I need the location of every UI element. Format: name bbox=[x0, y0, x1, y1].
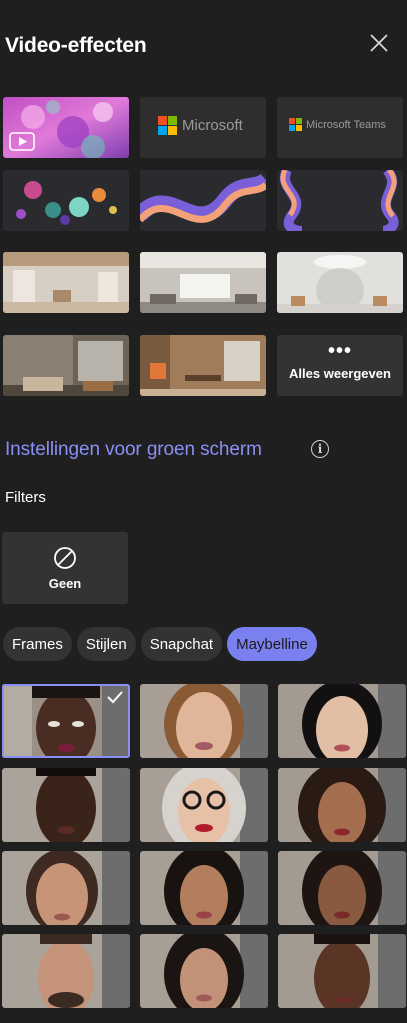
filter-tile-5[interactable] bbox=[140, 768, 268, 842]
green-screen-settings-link[interactable]: Instellingen voor groen scherm bbox=[5, 439, 262, 461]
prohibited-icon bbox=[54, 546, 76, 569]
background-tile-room-1[interactable] bbox=[3, 252, 129, 313]
tab-snapchat[interactable]: Snapchat bbox=[140, 627, 223, 661]
background-tile-purple-flowers[interactable] bbox=[3, 97, 129, 158]
panel-title: Video-effecten bbox=[5, 34, 147, 57]
more-horizontal-icon: ••• bbox=[327, 340, 352, 362]
filter-none-button[interactable]: Geen bbox=[2, 532, 128, 604]
background-tile-room-2[interactable] bbox=[140, 252, 266, 313]
panel-header: Video-effecten bbox=[0, 0, 407, 92]
microsoft-logo-icon bbox=[289, 118, 302, 131]
filters-heading: Filters bbox=[5, 489, 46, 506]
background-tile-living-room[interactable] bbox=[3, 335, 129, 396]
checkmark-icon bbox=[107, 691, 123, 704]
filter-tabs: Frames Stijlen Snapchat Maybelline bbox=[3, 627, 317, 661]
background-tile-microsoft-teams[interactable]: Microsoft Teams bbox=[277, 97, 403, 158]
filter-tile-4[interactable] bbox=[2, 768, 130, 842]
filter-tile-1[interactable] bbox=[2, 684, 130, 758]
background-tile-dining-room[interactable] bbox=[140, 335, 266, 396]
filter-tile-7[interactable] bbox=[2, 851, 130, 925]
filter-tile-10[interactable] bbox=[2, 934, 130, 1008]
filter-tile-11[interactable] bbox=[140, 934, 268, 1008]
tab-stijlen[interactable]: Stijlen bbox=[76, 627, 136, 661]
background-tile-room-3[interactable] bbox=[277, 252, 403, 313]
background-tile-abstract-shapes[interactable] bbox=[3, 170, 129, 231]
filter-tile-9[interactable] bbox=[278, 851, 406, 925]
show-all-label: Alles weergeven bbox=[289, 366, 391, 381]
brand-label: Microsoft Teams bbox=[306, 118, 386, 131]
microsoft-logo-icon bbox=[158, 116, 177, 135]
filter-none-label: Geen bbox=[48, 575, 82, 591]
brand-label: Microsoft bbox=[182, 117, 243, 134]
close-button[interactable] bbox=[366, 30, 392, 56]
filter-tile-2[interactable] bbox=[140, 684, 268, 758]
filter-tile-8[interactable] bbox=[140, 851, 268, 925]
close-icon bbox=[370, 34, 388, 52]
background-tile-microsoft[interactable]: Microsoft bbox=[140, 97, 266, 158]
background-tile-ribbon-2[interactable] bbox=[277, 170, 403, 231]
filter-tile-12[interactable] bbox=[278, 934, 406, 1008]
filter-tile-6[interactable] bbox=[278, 768, 406, 842]
tab-frames[interactable]: Frames bbox=[3, 627, 72, 661]
show-all-backgrounds-button[interactable]: ••• Alles weergeven bbox=[277, 335, 403, 396]
background-tile-ribbon[interactable] bbox=[140, 170, 266, 231]
filter-tile-3[interactable] bbox=[278, 684, 406, 758]
info-icon[interactable]: i bbox=[311, 440, 329, 458]
tab-maybelline[interactable]: Maybelline bbox=[227, 627, 317, 661]
